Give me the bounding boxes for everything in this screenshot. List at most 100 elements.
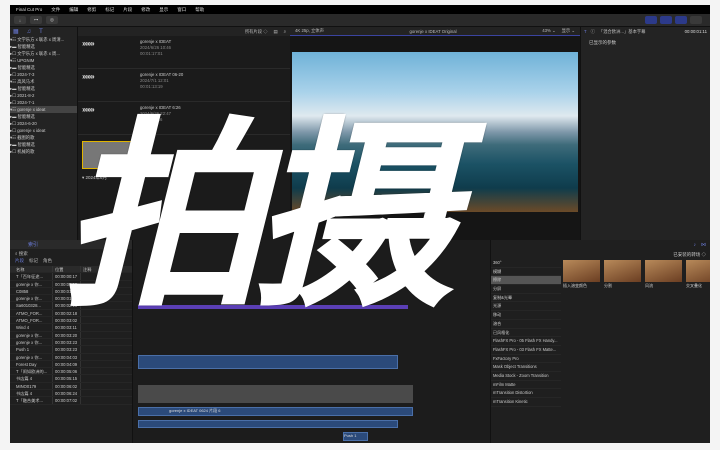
- effects-category[interactable]: Mask Object Transitions: [491, 363, 561, 372]
- menu-item[interactable]: 帮助: [195, 7, 204, 13]
- background-tasks-button[interactable]: ◎: [46, 16, 58, 24]
- row-notes: [80, 338, 132, 346]
- photos-icon[interactable]: ♫: [27, 29, 32, 35]
- table-row[interactable]: gorenje x 你... 00:00:03:23: [10, 338, 132, 347]
- effects-category[interactable]: 溶合: [491, 320, 561, 329]
- effects-category[interactable]: Media Stock - Zoom Transition: [491, 372, 561, 381]
- filter-markers[interactable]: 标记: [29, 258, 38, 266]
- library-item[interactable]: ▸☐ 2024-7-1: [10, 99, 77, 106]
- import-button[interactable]: ↓: [14, 16, 26, 24]
- effects-category[interactable]: 分屏: [491, 285, 561, 294]
- effects-category[interactable]: mTransition Distortion: [491, 389, 561, 398]
- transition-item[interactable]: 风流: [645, 260, 682, 289]
- clip-item[interactable]: ››››››› gorenje x IDEAT 06-20 2024/7/1 12:…: [78, 69, 290, 102]
- library-item[interactable]: ▾☷ UPGNIM: [10, 57, 77, 64]
- push-clip[interactable]: Push 1: [343, 432, 368, 441]
- layout-timeline-toggle[interactable]: [660, 16, 672, 24]
- gap-clip[interactable]: [138, 385, 413, 403]
- table-row[interactable]: Forest Day 00:00:04:09: [10, 360, 132, 369]
- view-dropdown[interactable]: 显示 ⌄: [562, 28, 575, 34]
- library-item[interactable]: ▾☷ 截图的歌: [10, 134, 77, 141]
- effects-category[interactable]: mTransition Kinetic: [491, 398, 561, 407]
- library-item[interactable]: ▸☐ 2024-7-3: [10, 71, 77, 78]
- menu-item[interactable]: 标记: [105, 7, 114, 13]
- sfx-track[interactable]: [138, 420, 398, 428]
- clip-filter-dropdown[interactable]: 所有片段 ◇: [245, 29, 268, 35]
- library-item[interactable]: ▸▬ 智能精选: [10, 85, 77, 92]
- effects-category[interactable]: 移动: [491, 311, 561, 320]
- titles-icon[interactable]: T: [39, 29, 43, 35]
- menu-item[interactable]: 显示: [159, 7, 168, 13]
- menu-item[interactable]: 修改: [141, 7, 150, 13]
- effects-category[interactable]: 光源: [491, 302, 561, 312]
- effects-category[interactable]: FxFactory Pro: [491, 355, 561, 364]
- library-sidebar: ▦ ♫ T ▾☷ 文学乐方 x 联赤 x 周清... ▸▬ 智能精选 ▸☐ 文学乐方…: [10, 27, 78, 240]
- view-icon[interactable]: ▤: [274, 29, 278, 35]
- audio-icon[interactable]: ♪: [694, 242, 697, 248]
- share-button[interactable]: [690, 16, 702, 24]
- library-item[interactable]: ▸▬ 智能精选: [10, 43, 77, 50]
- menu-item[interactable]: 窗口: [177, 7, 186, 13]
- library-item[interactable]: ▾☷ gorenje x ideat: [10, 106, 77, 113]
- transitions-icon[interactable]: ⋈: [701, 242, 706, 248]
- row-position: 00:00:03:20: [52, 331, 80, 338]
- layout-inspector-toggle[interactable]: [675, 16, 687, 24]
- menu-item[interactable]: 片段: [123, 7, 132, 13]
- row-notes: [80, 375, 132, 382]
- effects-category[interactable]: FlashFX Pro - 05 Flash FX Handy...: [491, 337, 561, 346]
- effects-category[interactable]: 已风格化: [491, 329, 561, 338]
- row-name: gorenje x 你...: [16, 339, 43, 345]
- search-icon[interactable]: ⌕: [284, 29, 286, 34]
- library-item[interactable]: ▸☐ gorenje x ideat: [10, 127, 77, 134]
- filter-roles[interactable]: 角色: [43, 258, 52, 266]
- library-item[interactable]: ▾☷ 高风马术: [10, 78, 77, 85]
- menu-item[interactable]: 文件: [51, 7, 60, 13]
- table-row[interactable]: MINO0179 00:00:06:02: [10, 382, 132, 391]
- sort-dropdown[interactable]: 已安装的转场 ◇: [673, 252, 706, 258]
- transition-item[interactable]: 分割: [604, 260, 641, 289]
- effects-category[interactable]: 模糊: [491, 268, 561, 277]
- layout-browser-toggle[interactable]: [645, 16, 657, 24]
- audio-track[interactable]: gorenje x IDEAT 0624 片段 6: [138, 407, 413, 416]
- transition-item[interactable]: 交叉叠化: [686, 260, 710, 289]
- text-inspector-icon[interactable]: T: [584, 29, 587, 34]
- table-row[interactable]: Push 1 00:00:03:23: [10, 346, 132, 354]
- transition-item[interactable]: 插入溶变颜色: [563, 260, 600, 289]
- effects-category[interactable]: mFilm Matte: [491, 381, 561, 390]
- library-item[interactable]: ▸▬ 智能精选: [10, 113, 77, 120]
- table-row[interactable]: gorenje x 你... 00:00:03:20: [10, 331, 132, 339]
- clip-item[interactable]: ››››››› gorenje x IDEAT 2024/6/26 10:46 00:…: [78, 36, 290, 69]
- table-row[interactable]: gorenje x 你... 00:00:04:03: [10, 353, 132, 361]
- zoom-dropdown[interactable]: 43% ⌄: [542, 28, 555, 34]
- effects-category[interactable]: 擦除: [491, 276, 561, 286]
- library-item[interactable]: ▸☐ 文学乐方 x 联赤 x 周...: [10, 50, 77, 57]
- row-name: 书店篇 4: [16, 391, 33, 397]
- menu-item[interactable]: 编辑: [69, 7, 78, 13]
- effects-category[interactable]: 360°: [491, 259, 561, 268]
- row-name: C0858: [16, 288, 29, 294]
- menu-item[interactable]: 修剪: [87, 7, 96, 13]
- library-icon[interactable]: ▦: [13, 28, 19, 35]
- row-name: gorenje x 你...: [16, 354, 43, 360]
- table-row[interactable]: 书店篇 4 00:00:05:15: [10, 375, 132, 383]
- library-item[interactable]: ▸▬ 智能精选: [10, 141, 77, 148]
- effects-category[interactable]: FlashFX Pro - 03 Flash FX Matte...: [491, 346, 561, 355]
- library-item[interactable]: ▾☷ 文学乐方 x 联赤 x 周清...: [10, 36, 77, 43]
- video-track[interactable]: [138, 355, 398, 369]
- table-row[interactable]: T「闹如欧洲的... 00:00:05:06: [10, 368, 132, 376]
- library-item[interactable]: ▸☐ 2024-6-20: [10, 120, 77, 127]
- table-row[interactable]: 书店篇 4 00:00:06:24: [10, 390, 132, 398]
- library-item[interactable]: ▸☐ 2021-8-2: [10, 92, 77, 99]
- transition-thumbnail: [645, 260, 682, 282]
- library-item[interactable]: ▸▬ 智能精选: [10, 64, 77, 71]
- library-item[interactable]: ▸☐ 机械的歌: [10, 148, 77, 155]
- info-icon[interactable]: ⓘ: [591, 29, 595, 35]
- menu-item[interactable]: Final Cut Pro: [16, 7, 42, 12]
- col-name[interactable]: 名称: [10, 266, 52, 272]
- keyword-button[interactable]: ⊶: [30, 16, 42, 24]
- filter-clips[interactable]: 片段: [15, 258, 24, 266]
- row-position: 00:00:03:23: [52, 338, 80, 346]
- table-row[interactable]: T「融合美术... 00:00:07:02: [10, 397, 132, 405]
- inspector-title: 「混合欧洲...」基本字幕: [598, 28, 646, 34]
- effects-category[interactable]: 复制&光晕: [491, 294, 561, 303]
